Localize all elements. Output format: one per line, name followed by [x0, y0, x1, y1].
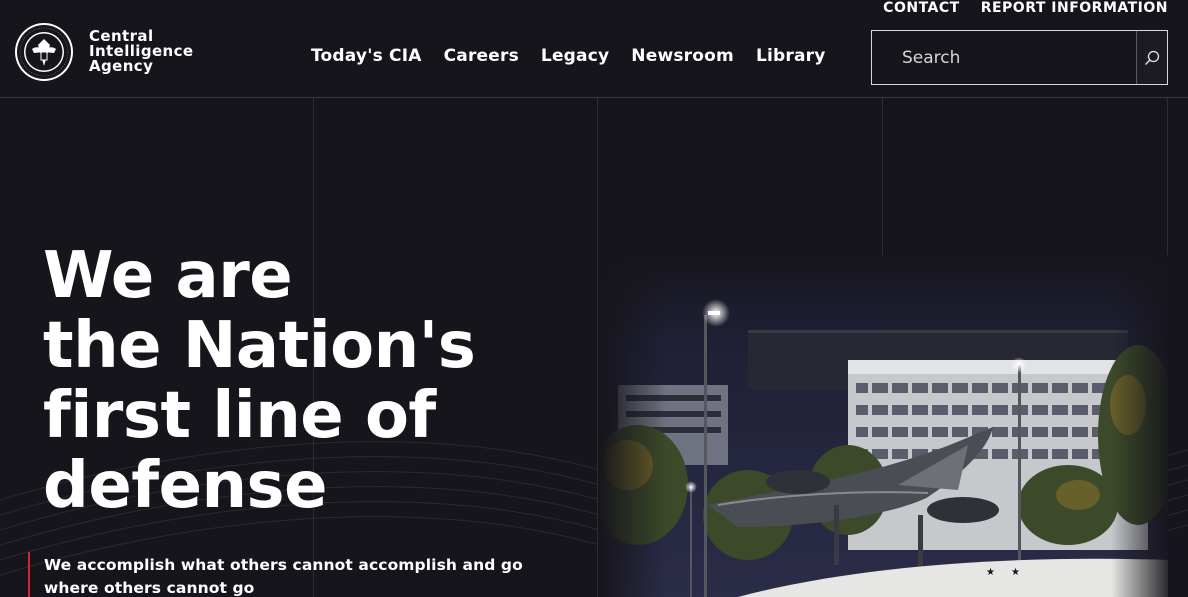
hero-title-line: defense — [43, 449, 328, 523]
utility-nav: CONTACT REPORT INFORMATION — [862, 0, 1168, 16]
hero-title-line: first line of — [43, 379, 436, 453]
hero-title: We are the Nation's first line of defens… — [43, 241, 583, 521]
search-input[interactable] — [872, 31, 1137, 84]
hero-tagline: We accomplish what others cannot accompl… — [44, 556, 523, 597]
grid-line — [882, 98, 883, 268]
main-nav: Today's CIA Careers Legacy Newsroom Libr… — [311, 46, 848, 66]
hero-image-headquarters: ★ ★ — [598, 255, 1168, 597]
search-box — [871, 30, 1168, 85]
contact-link[interactable]: CONTACT — [883, 0, 960, 16]
accent-bar — [28, 552, 30, 597]
cia-seal-icon[interactable] — [14, 22, 76, 84]
site-header: Central Intelligence Agency CONTACT REPO… — [0, 0, 1188, 98]
hero-title-line: the Nation's — [43, 309, 476, 383]
search-button[interactable] — [1136, 31, 1167, 84]
nav-item-careers[interactable]: Careers — [444, 46, 519, 66]
hero-title-line: We are — [43, 239, 293, 313]
brand-line: Agency — [89, 57, 154, 75]
agency-name[interactable]: Central Intelligence Agency — [89, 29, 193, 74]
nav-item-todays-cia[interactable]: Today's CIA — [311, 46, 422, 66]
report-information-link[interactable]: REPORT INFORMATION — [981, 0, 1168, 16]
nav-item-legacy[interactable]: Legacy — [541, 46, 609, 66]
nav-item-newsroom[interactable]: Newsroom — [631, 46, 734, 66]
nav-item-library[interactable]: Library — [756, 46, 826, 66]
page: Central Intelligence Agency CONTACT REPO… — [0, 0, 1188, 597]
search-icon — [1145, 50, 1160, 65]
